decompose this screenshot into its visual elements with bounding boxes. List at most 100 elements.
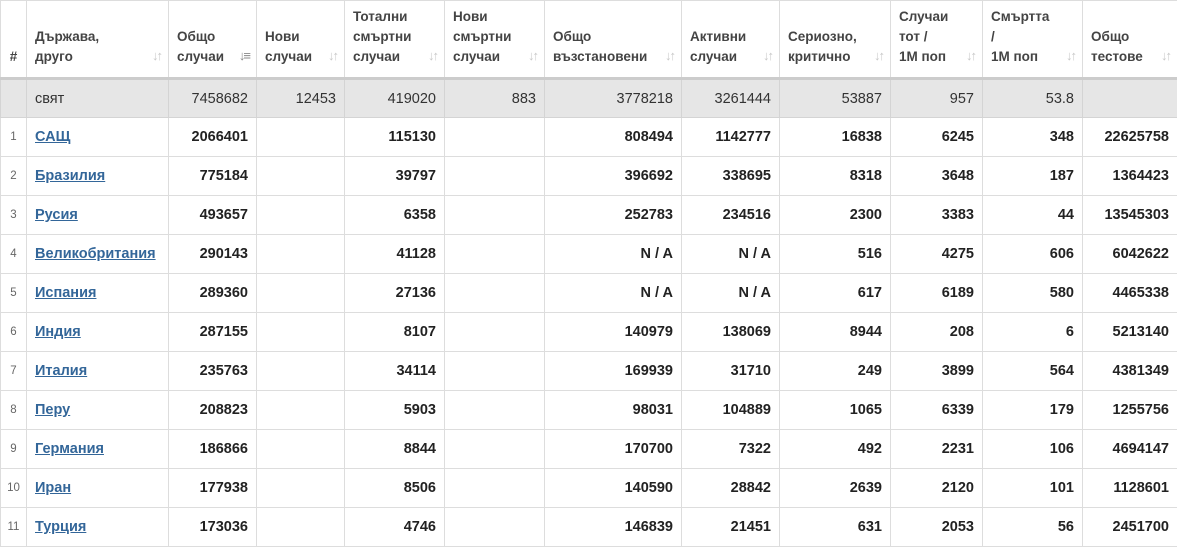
column-header-active-cases[interactable]: Активни случаи ↓↑ [681, 0, 780, 80]
total-cases-cell: 208823 [168, 390, 257, 430]
column-header-total-deaths[interactable]: Тотални смъртни случаи ↓↑ [344, 0, 445, 80]
country-link[interactable]: САЩ [35, 129, 70, 145]
country-link[interactable]: Перу [35, 402, 70, 418]
column-header-total-cases[interactable]: Общо случаи ↓≡ [168, 0, 257, 80]
new-cases-cell [256, 117, 345, 157]
active-cases-cell: 138069 [681, 312, 780, 352]
country-link[interactable]: Бразилия [35, 168, 105, 184]
active-cases-cell: 338695 [681, 156, 780, 196]
cases-per-1m-cell: 2231 [890, 429, 983, 469]
sort-arrows-icon: ↓↑ [874, 48, 885, 63]
country-link[interactable]: Индия [35, 324, 81, 340]
deaths-per-1m-cell: 580 [982, 273, 1083, 313]
country-link[interactable]: Иран [35, 480, 71, 496]
total-deaths-cell: 8506 [344, 468, 445, 508]
column-header-total-tests[interactable]: Общо тестове ↓↑ [1082, 0, 1177, 80]
total-recovered-cell: 140979 [544, 312, 682, 352]
sort-arrows-icon: ↓↑ [152, 48, 163, 63]
row-index: 8 [0, 390, 27, 430]
total-deaths-cell: 4746 [344, 507, 445, 547]
deaths-per-1m-cell: 106 [982, 429, 1083, 469]
column-header-label: Нови смъртни случаи [453, 9, 512, 64]
column-header-deaths-per-1m[interactable]: Смъртта/1М поп ↓↑ [982, 0, 1083, 80]
cases-per-1m-cell: 6339 [890, 390, 983, 430]
sort-arrows-icon: ↓↑ [528, 48, 539, 63]
row-index [0, 78, 27, 118]
country-link[interactable]: Германия [35, 441, 104, 457]
cases-per-1m-cell: 3383 [890, 195, 983, 235]
country-link[interactable]: Русия [35, 207, 78, 223]
sort-descending-icon: ↓≡ [238, 48, 251, 63]
active-cases-cell: 1142777 [681, 117, 780, 157]
column-header-new-deaths[interactable]: Нови смъртни случаи ↓↑ [444, 0, 545, 80]
new-deaths-cell [444, 468, 545, 508]
total-recovered-cell: N / A [544, 273, 682, 313]
column-header-label: Държава, друго [35, 29, 100, 64]
country-cell: Германия [26, 429, 169, 469]
sort-arrows-icon: ↓↑ [328, 48, 339, 63]
active-cases-cell: N / A [681, 273, 780, 313]
table-header: # Държава, друго ↓↑ Общо случаи ↓≡ Нови случа… [0, 0, 1177, 80]
deaths-per-1m-cell: 564 [982, 351, 1083, 391]
serious-critical-cell: 1065 [779, 390, 891, 430]
total-tests-cell: 4694147 [1082, 429, 1177, 469]
total-cases-cell: 7458682 [168, 78, 257, 118]
column-header-label: Общо случаи [177, 29, 225, 64]
serious-critical-cell: 617 [779, 273, 891, 313]
total-deaths-cell: 34114 [344, 351, 445, 391]
row-index: 2 [0, 156, 27, 196]
country-link[interactable]: Италия [35, 363, 87, 379]
column-header-serious-critical[interactable]: Сериозно, критично ↓↑ [779, 0, 891, 80]
new-deaths-cell [444, 117, 545, 157]
active-cases-cell: N / A [681, 234, 780, 274]
active-cases-cell: 3261444 [681, 78, 780, 118]
sort-arrows-icon: ↓↑ [763, 48, 774, 63]
country-link[interactable]: Великобритания [35, 246, 156, 262]
column-header-total-recovered[interactable]: Общо възстановени ↓↑ [544, 0, 682, 80]
cases-per-1m-cell: 6245 [890, 117, 983, 157]
cases-per-1m-cell: 2120 [890, 468, 983, 508]
table-row: 9 Германия 186866 8844 170700 7322 492 2231 106 4… [0, 429, 1177, 469]
column-header-country[interactable]: Държава, друго ↓↑ [26, 0, 169, 80]
cases-per-1m-cell: 2053 [890, 507, 983, 547]
table-row: 10 Иран 177938 8506 140590 28842 2639 2120 101 11… [0, 468, 1177, 508]
deaths-per-1m-cell: 44 [982, 195, 1083, 235]
country-link[interactable]: Испания [35, 285, 96, 301]
table-row: 1 САЩ 2066401 115130 808494 1142777 16838 6245 3… [0, 117, 1177, 157]
active-cases-cell: 28842 [681, 468, 780, 508]
row-index: 4 [0, 234, 27, 274]
sort-arrows-icon: ↓↑ [1066, 48, 1077, 63]
serious-critical-cell: 2639 [779, 468, 891, 508]
total-recovered-cell: N / A [544, 234, 682, 274]
new-deaths-cell [444, 156, 545, 196]
total-tests-cell: 1364423 [1082, 156, 1177, 196]
deaths-per-1m-cell: 179 [982, 390, 1083, 430]
new-cases-cell: 12453 [256, 78, 345, 118]
country-link[interactable]: Турция [35, 519, 86, 535]
total-cases-cell: 775184 [168, 156, 257, 196]
total-tests-cell: 5213140 [1082, 312, 1177, 352]
new-cases-cell [256, 429, 345, 469]
deaths-per-1m-cell: 348 [982, 117, 1083, 157]
column-header-label: Общо възстановени [553, 29, 648, 64]
total-tests-cell: 13545303 [1082, 195, 1177, 235]
table-row: 2 Бразилия 775184 39797 396692 338695 8318 3648… [0, 156, 1177, 196]
total-cases-cell: 2066401 [168, 117, 257, 157]
new-deaths-cell [444, 195, 545, 235]
new-deaths-cell [444, 429, 545, 469]
table-row: 11 Турция 173036 4746 146839 21451 631 2053 56 24… [0, 507, 1177, 547]
column-header-cases-per-1m[interactable]: Случаи тот /1М поп ↓↑ [890, 0, 983, 80]
total-tests-cell: 1128601 [1082, 468, 1177, 508]
serious-critical-cell: 8944 [779, 312, 891, 352]
country-cell: Индия [26, 312, 169, 352]
new-cases-cell [256, 273, 345, 313]
column-header-new-cases[interactable]: Нови случаи ↓↑ [256, 0, 345, 80]
active-cases-cell: 234516 [681, 195, 780, 235]
new-deaths-cell [444, 273, 545, 313]
new-cases-cell [256, 195, 345, 235]
new-deaths-cell: 883 [444, 78, 545, 118]
new-deaths-cell [444, 507, 545, 547]
row-index: 7 [0, 351, 27, 391]
total-cases-cell: 177938 [168, 468, 257, 508]
column-header-label: # [9, 49, 18, 64]
